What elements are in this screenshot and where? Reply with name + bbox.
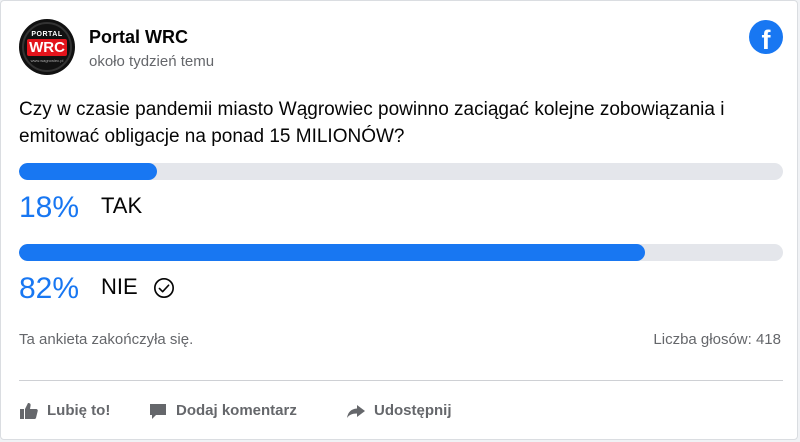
avatar-sub-text: www.wagrowiec.pl <box>30 58 64 63</box>
poll-status: Ta ankieta zakończyła się. <box>19 331 194 348</box>
post-header: PORTAL WRC www.wagrowiec.pl Portal WRC o… <box>19 19 783 75</box>
share-label: Udostępnij <box>374 402 452 419</box>
check-circle-icon <box>154 278 174 298</box>
avatar[interactable]: PORTAL WRC www.wagrowiec.pl <box>19 19 75 75</box>
option-percent: 18% <box>19 191 80 224</box>
poll-bar-fill <box>19 244 646 261</box>
option-label: TAK <box>101 193 143 218</box>
poll-bar-fill <box>19 163 157 180</box>
comment-label: Dodaj komentarz <box>176 402 297 419</box>
avatar-logo: WRC <box>27 39 67 56</box>
post-timestamp[interactable]: około tydzień temu <box>89 53 214 70</box>
vote-count[interactable]: Liczba głosów: 418 <box>653 331 781 348</box>
like-label: Lubię to! <box>47 402 111 419</box>
comment-icon <box>150 404 166 419</box>
poll-bar-track <box>19 163 783 180</box>
page-name-link[interactable]: Portal WRC <box>89 27 188 48</box>
poll-question: Czy w czasie pandemii miasto Wągrowiec p… <box>19 99 725 147</box>
share-button[interactable]: Udostępnij <box>346 399 476 423</box>
facebook-icon[interactable]: f <box>749 20 783 54</box>
option-percent: 82% <box>19 272 80 305</box>
avatar-top-text: PORTAL <box>31 31 63 38</box>
divider <box>19 380 783 381</box>
comment-button[interactable]: Dodaj komentarz <box>148 399 328 423</box>
poll-post-card: PORTAL WRC www.wagrowiec.pl Portal WRC o… <box>0 0 798 440</box>
thumbs-up-icon <box>20 403 38 419</box>
poll-bar-track <box>19 244 783 261</box>
option-label: NIE <box>101 274 138 299</box>
share-arrow-icon <box>347 405 365 418</box>
like-button[interactable]: Lubię to! <box>19 399 129 423</box>
